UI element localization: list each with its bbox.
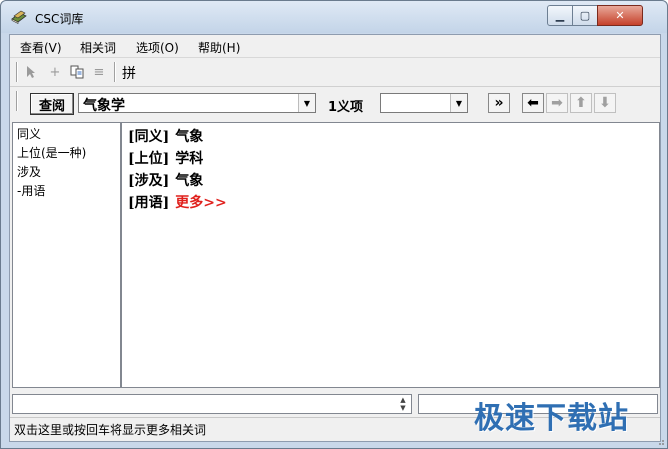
minimize-button[interactable]: ▁ xyxy=(547,5,573,26)
arrow-right-icon: ➡ xyxy=(551,95,563,111)
query-combo[interactable]: 气象学 ▼ xyxy=(78,93,316,114)
double-chevron-right-icon: » xyxy=(494,95,504,111)
go-button[interactable]: » xyxy=(488,93,510,113)
relation-value[interactable]: 学科 xyxy=(175,151,203,167)
relation-row-involves: [涉及] 气象 xyxy=(128,170,203,190)
toolbar-separator xyxy=(114,62,116,82)
status-text[interactable]: 双击这里或按回车将显示更多相关词 xyxy=(14,421,206,438)
list-item[interactable]: -用语 xyxy=(17,182,45,199)
copy-icon[interactable] xyxy=(68,63,86,81)
app-window: CSC词库 ▁ ▢ ✕ 查看(V) 相关词 选项(O) 帮助(H) + ≡ 拼 xyxy=(0,0,668,449)
up-button[interactable]: ⬆ xyxy=(570,93,592,113)
lookup-bar-grip xyxy=(16,91,18,111)
relation-tag: [涉及] xyxy=(128,173,170,189)
window-title: CSC词库 xyxy=(35,12,84,26)
close-button[interactable]: ✕ xyxy=(597,5,643,26)
forward-button[interactable]: ➡ xyxy=(546,93,568,113)
pinyin-button[interactable]: 拼 xyxy=(122,63,136,83)
arrow-down-icon: ⬇ xyxy=(599,95,611,111)
maximize-icon: ▢ xyxy=(579,9,591,22)
list-item[interactable]: 同义 xyxy=(17,125,41,142)
minimize-icon: ▁ xyxy=(555,9,565,22)
relation-tag: [用语] xyxy=(128,195,170,211)
relation-tag: [上位] xyxy=(128,151,170,167)
spin-field[interactable]: ▲ ▼ xyxy=(12,394,412,414)
query-value: 气象学 xyxy=(83,98,125,114)
lookup-button[interactable]: 查阅 xyxy=(30,93,74,115)
menu-related[interactable]: 相关词 xyxy=(80,39,116,56)
list-item[interactable]: 涉及 xyxy=(17,163,41,180)
chevron-down-icon[interactable]: ▼ xyxy=(298,94,315,112)
back-button[interactable]: ⬅ xyxy=(522,93,544,113)
menu-bar: 查看(V) 相关词 选项(O) 帮助(H) xyxy=(10,35,660,58)
watermark-logo: 极速下载站 xyxy=(474,401,629,436)
down-button[interactable]: ⬇ xyxy=(594,93,616,113)
menu-view[interactable]: 查看(V) xyxy=(20,39,62,56)
relation-value[interactable]: 气象 xyxy=(175,173,203,189)
title-bar[interactable]: CSC词库 ▁ ▢ ✕ xyxy=(1,1,667,33)
relation-row-synonym: [同义] 气象 xyxy=(128,126,203,146)
list-item[interactable]: 上位(是一种) xyxy=(17,144,86,161)
pointer-icon[interactable] xyxy=(22,63,40,81)
menu-options[interactable]: 选项(O) xyxy=(136,39,179,56)
arrow-up-icon: ⬆ xyxy=(575,95,587,111)
book-icon xyxy=(11,10,27,24)
relations-pane[interactable]: [同义] 气象 [上位] 学科 [涉及] 气象 [用语] 更多>> xyxy=(121,122,660,388)
category-list[interactable]: 同义 上位(是一种) 涉及 -用语 xyxy=(12,122,121,388)
maximize-button[interactable]: ▢ xyxy=(572,5,598,26)
relation-tag: [同义] xyxy=(128,129,170,145)
more-link[interactable]: 更多>> xyxy=(175,195,226,211)
spinner-icon[interactable]: ▲ ▼ xyxy=(396,396,410,412)
sense-combo[interactable]: ▼ xyxy=(380,93,468,113)
add-icon[interactable]: + xyxy=(46,63,64,81)
chevron-down-icon[interactable]: ▼ xyxy=(450,94,467,112)
relation-row-hypernym: [上位] 学科 xyxy=(128,148,203,168)
toolbar-top: + ≡ 拼 xyxy=(10,58,660,87)
relation-row-terms: [用语] 更多>> xyxy=(128,192,227,212)
close-icon: ✕ xyxy=(615,9,625,22)
menu-help[interactable]: 帮助(H) xyxy=(198,39,240,56)
sense-label: 1义项 xyxy=(328,100,364,115)
client-area: 查看(V) 相关词 选项(O) 帮助(H) + ≡ 拼 查阅 气象学 ▼ 1义项… xyxy=(9,34,661,442)
relation-value[interactable]: 气象 xyxy=(175,129,203,145)
toolbar-grip xyxy=(16,62,18,82)
lookup-bar: 查阅 气象学 ▼ 1义项 ▼ » ⬅ ➡ ⬆ ⬇ xyxy=(10,87,660,121)
arrow-left-icon: ⬅ xyxy=(527,95,539,111)
resize-grip-icon[interactable] xyxy=(655,436,665,446)
list-icon[interactable]: ≡ xyxy=(90,63,108,81)
